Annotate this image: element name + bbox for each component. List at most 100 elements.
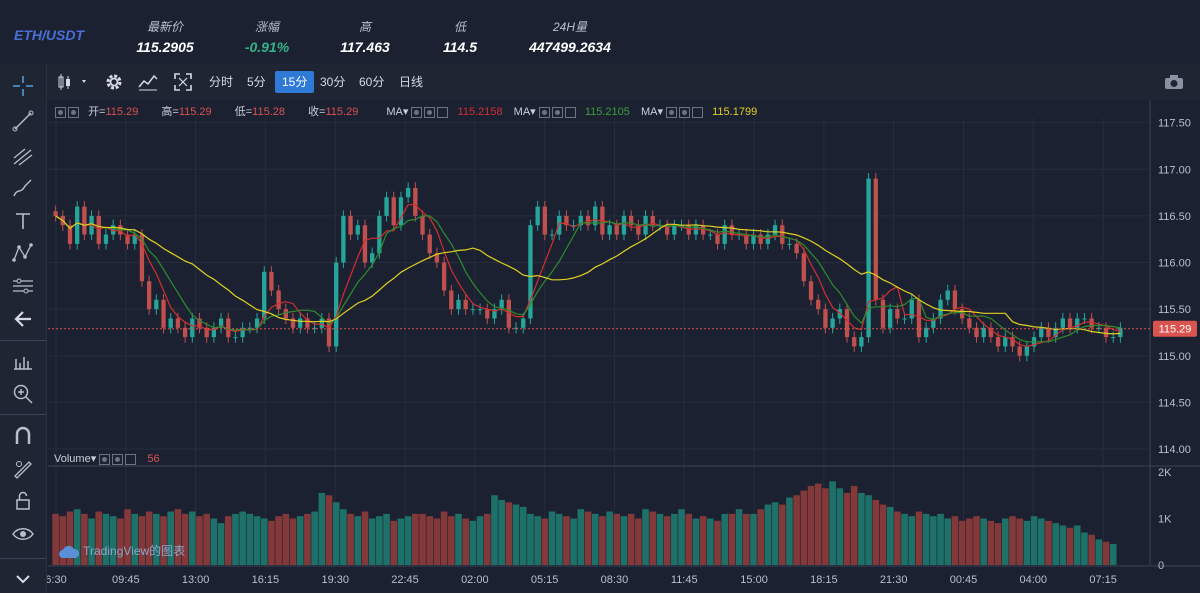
- candle-body: [427, 234, 432, 254]
- candle-body: [96, 215, 101, 244]
- ma3-close-icon[interactable]: [692, 106, 704, 118]
- ma1-toggle-icon[interactable]: [411, 106, 423, 118]
- ma3-toggle-icon[interactable]: [666, 106, 678, 118]
- volume-value: 56: [147, 453, 160, 465]
- draw-mode-icon[interactable]: [11, 456, 35, 480]
- candle-body: [168, 318, 173, 328]
- volume-bar: [771, 502, 779, 565]
- volume-bar: [483, 513, 491, 565]
- volume-bar: [340, 509, 347, 565]
- stat-value: -0.91%: [244, 39, 290, 55]
- indicators-icon[interactable]: [138, 73, 158, 91]
- volume-bar: [678, 509, 685, 565]
- trend-line-icon[interactable]: [11, 109, 35, 133]
- close-value: 115.29: [325, 106, 359, 118]
- volume-bar: [1045, 520, 1052, 565]
- candle-body: [53, 211, 58, 216]
- candle-body: [75, 206, 80, 244]
- volume-bar: [591, 513, 599, 565]
- volume-bar: [584, 511, 592, 565]
- candle-body: [477, 309, 483, 311]
- pair-name[interactable]: ETH/USDT: [14, 27, 84, 43]
- volume-bar: [289, 518, 297, 565]
- interval-30m[interactable]: 30分: [313, 71, 352, 93]
- price-axis-label: 116.00: [1158, 258, 1191, 270]
- magnet-icon[interactable]: [11, 424, 35, 448]
- ma1-settings-icon[interactable]: [424, 106, 436, 118]
- candle-body: [405, 187, 411, 198]
- back-arrow-icon[interactable]: [11, 307, 35, 331]
- candle-body: [334, 262, 339, 347]
- volume-bar: [232, 513, 239, 565]
- volume-bar: [412, 513, 419, 565]
- ma3-settings-icon[interactable]: [679, 106, 691, 118]
- legend-toggle-icon[interactable]: [55, 106, 66, 118]
- candle-body: [413, 187, 418, 216]
- volume-bar: [671, 513, 678, 565]
- candle-body: [686, 225, 691, 235]
- crosshair-icon[interactable]: [11, 74, 35, 98]
- legend-settings-icon[interactable]: [68, 106, 79, 118]
- collapse-chevron-icon[interactable]: [11, 567, 35, 591]
- brush-icon[interactable]: [11, 176, 35, 200]
- volume-bar: [476, 516, 484, 565]
- prediction-icon[interactable]: [11, 274, 35, 298]
- interval-daily[interactable]: 日线: [392, 71, 430, 93]
- open-label: 开=: [88, 106, 106, 118]
- ma1-close-icon[interactable]: [437, 106, 449, 118]
- volume-bar: [973, 516, 980, 565]
- candlestick-type-icon[interactable]: [56, 73, 90, 91]
- interval-tick[interactable]: 分时: [202, 71, 240, 93]
- ma2-toggle-icon[interactable]: [538, 106, 550, 118]
- candle-body: [82, 206, 87, 235]
- ma1-label[interactable]: MA: [386, 106, 403, 118]
- volume-bar: [376, 516, 383, 565]
- interval-60m[interactable]: 60分: [352, 71, 391, 93]
- volume-bar: [850, 485, 858, 565]
- text-tool-icon[interactable]: [11, 209, 35, 233]
- measure-icon[interactable]: [11, 349, 35, 373]
- zoom-in-icon[interactable]: [11, 382, 35, 406]
- fullscreen-icon[interactable]: [173, 72, 193, 92]
- volume-label[interactable]: Volume: [54, 453, 91, 465]
- candle-body: [780, 225, 785, 244]
- ticker-bar: ETH/USDT 最新价 115.2905 涨幅 -0.91% 高 117.46…: [0, 0, 1200, 64]
- price-axis-label: 117.00: [1158, 164, 1191, 176]
- volume-bar: [1009, 516, 1016, 565]
- interval-5m[interactable]: 5分: [240, 71, 273, 93]
- volume-bar: [455, 513, 462, 565]
- ma3-label[interactable]: MA: [641, 106, 658, 118]
- toolbar-divider: [0, 558, 46, 559]
- lock-icon[interactable]: [11, 489, 35, 513]
- candle-body: [269, 271, 274, 291]
- stat-label: 24H量: [552, 20, 587, 34]
- candle-body: [995, 337, 1001, 347]
- stat-value: 117.463: [340, 39, 390, 55]
- stat-label: 高: [358, 20, 371, 34]
- volume-close-icon[interactable]: [125, 453, 137, 465]
- candle-body: [391, 197, 396, 226]
- pattern-icon[interactable]: [11, 241, 35, 265]
- candle-body: [190, 318, 195, 338]
- ma2-settings-icon[interactable]: [551, 106, 563, 118]
- ma2-close-icon[interactable]: [564, 106, 576, 118]
- candle-body: [276, 290, 281, 310]
- settings-gear-icon[interactable]: [104, 72, 124, 92]
- fib-tools-icon[interactable]: [11, 144, 35, 168]
- candle-body: [823, 309, 828, 328]
- candle-body: [715, 234, 720, 244]
- volume-toggle-icon[interactable]: [99, 453, 111, 465]
- volume-bar: [958, 520, 966, 565]
- interval-15m[interactable]: 15分: [275, 71, 315, 93]
- ma2-label[interactable]: MA: [514, 106, 531, 118]
- toolbar-divider: [0, 414, 46, 415]
- price-axis-label: 115.00: [1158, 351, 1191, 363]
- camera-icon[interactable]: [1164, 74, 1184, 90]
- volume-bar: [318, 492, 326, 565]
- candle-body: [866, 178, 871, 338]
- visibility-eye-icon[interactable]: [11, 522, 35, 546]
- volume-bar: [822, 488, 829, 565]
- volume-settings-icon[interactable]: [112, 453, 124, 465]
- candle-body: [485, 309, 490, 319]
- volume-bar: [527, 513, 534, 565]
